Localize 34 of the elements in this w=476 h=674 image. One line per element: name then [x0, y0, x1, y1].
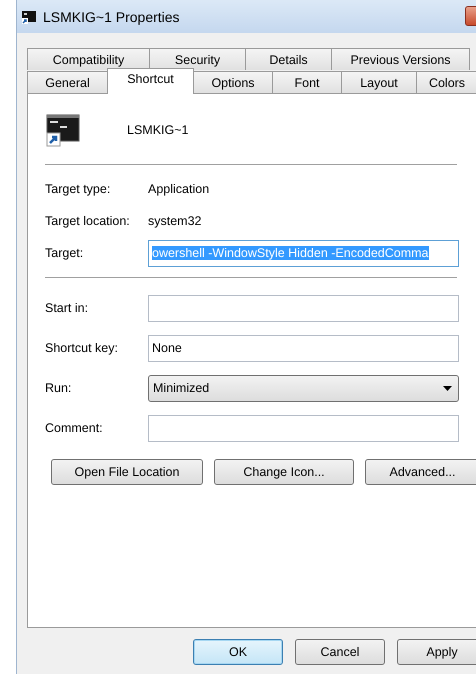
field-value: Application — [148, 182, 210, 196]
tab[interactable]: Options — [193, 71, 273, 93]
input-field[interactable] — [148, 294, 459, 322]
action-button[interactable]: Open File Location — [51, 459, 203, 485]
tab[interactable]: Colors — [416, 71, 476, 93]
field-label: Start in: — [45, 301, 90, 315]
action-button[interactable]: Advanced... — [365, 459, 476, 485]
field-label: Shortcut key: — [45, 341, 119, 355]
field-label: Target: — [45, 246, 84, 260]
tab[interactable]: Security — [149, 48, 246, 70]
input-field[interactable] — [148, 414, 459, 442]
run-dropdown[interactable]: Minimized — [148, 374, 459, 402]
caret-icon — [443, 386, 452, 390]
console-icon — [21, 8, 37, 24]
window-title: LSMKIG~1 Properties — [43, 8, 180, 24]
shortcut-name: LSMKIG~1 — [127, 123, 188, 137]
shortcut-icon — [45, 112, 81, 148]
dialog-button[interactable]: OK — [193, 639, 283, 665]
dialog-button[interactable]: Cancel — [295, 639, 385, 665]
dialog-button[interactable]: Apply — [397, 639, 476, 665]
tab[interactable]: Details — [245, 48, 332, 70]
tab[interactable]: Layout — [341, 71, 417, 93]
tab[interactable]: Previous Versions — [331, 48, 470, 70]
tab[interactable]: Shortcut — [107, 68, 194, 94]
tab[interactable]: General — [27, 71, 108, 93]
tab[interactable]: Font — [272, 71, 342, 93]
field-label: Run: — [45, 381, 72, 395]
field-label: Target type: — [45, 182, 112, 196]
action-button[interactable]: Change Icon... — [214, 459, 354, 485]
field-label: Target location: — [45, 214, 131, 228]
input-field[interactable]: None — [148, 334, 459, 362]
field-label: Comment: — [45, 421, 104, 435]
field-value: system32 — [148, 214, 202, 228]
tab[interactable]: Compatibility — [27, 48, 150, 70]
